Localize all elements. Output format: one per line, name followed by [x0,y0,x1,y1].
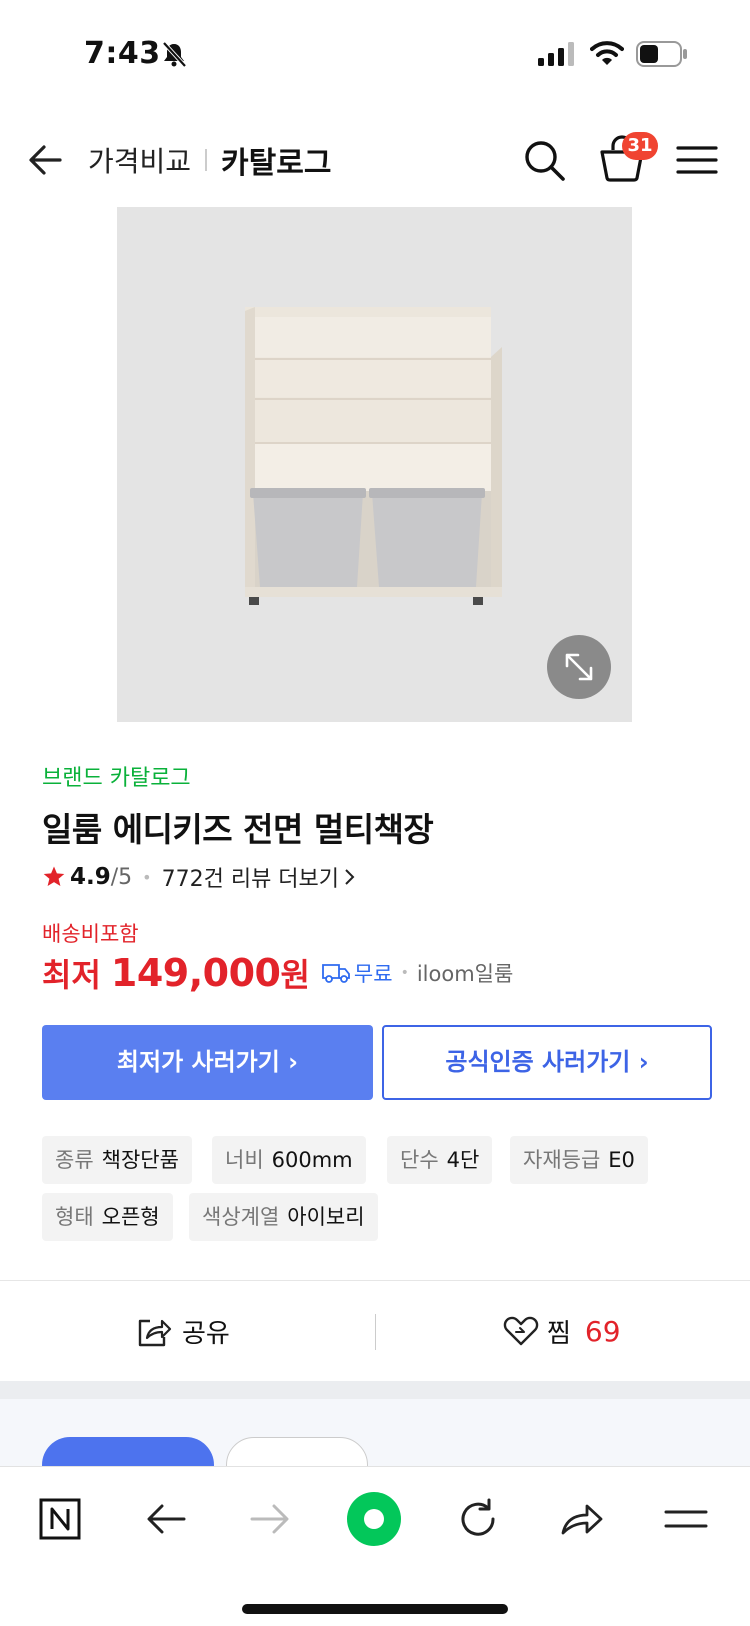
spec-value: 아이보리 [287,1205,365,1229]
arrow-left-icon [147,1504,186,1534]
expand-icon [565,653,593,681]
home-indicator[interactable] [242,1604,508,1614]
spec-key: 너비 [225,1148,264,1172]
browser-toolbar [0,1466,750,1626]
price-row: 최저 149,000 원 무료 • iloom일룸 [42,948,513,998]
like-count: 69 [584,1314,621,1348]
refresh-button[interactable] [448,1489,508,1549]
filter-tabs-peek [0,1399,750,1469]
share-page-button[interactable] [552,1489,612,1549]
spec-value: 오픈형 [101,1205,160,1229]
title-divider [205,149,208,171]
spec-key: 색상계열 [202,1205,280,1229]
star-icon [43,866,65,886]
spec-key: 형태 [55,1205,94,1229]
review-link[interactable]: 772건 리뷰 더보기 [162,861,339,893]
currency-label: 원 [280,956,310,994]
spec-value: 4단 [446,1148,480,1172]
share-label: 공유 [182,1318,230,1349]
header-title: 가격비교 카탈로그 [88,140,332,181]
green-dot-icon [347,1492,401,1546]
like-button[interactable]: 찜 69 [503,1311,621,1351]
separator-dot: • [142,867,152,887]
buy-lowest-button[interactable]: 최저가 사러가기 › [42,1025,373,1100]
product-image[interactable] [117,207,632,722]
status-bar: 7:43 [0,0,750,110]
chevron-right-icon [345,869,355,885]
filter-pill[interactable] [226,1437,368,1469]
like-label: 찜 [547,1318,571,1349]
status-time: 7:43 [84,36,161,71]
rating-score: 4.9 [70,864,111,890]
arrow-right-icon [250,1504,289,1534]
browser-menu-button[interactable] [656,1489,716,1549]
expand-image-button[interactable] [547,635,611,699]
heart-tag-icon [503,1316,539,1346]
brand-catalog-label[interactable]: 브랜드 카탈로그 [42,760,191,792]
share-button[interactable]: 공유 [136,1311,230,1351]
seller-name[interactable]: iloom일룸 [417,958,513,988]
spec-chip[interactable]: 자재등급 E0 [510,1136,648,1184]
spec-chip[interactable]: 형태 오픈형 [42,1193,173,1241]
cellular-signal-icon [538,42,574,66]
nav-forward-button[interactable] [240,1489,300,1549]
separator-dot: • [400,965,409,981]
action-divider [375,1314,376,1350]
spec-value: 600mm [271,1148,353,1172]
green-dot-button[interactable] [344,1489,404,1549]
refresh-icon [461,1498,495,1536]
spec-value: E0 [608,1148,635,1172]
rating-max: /5 [110,864,133,890]
truck-icon [322,964,350,983]
bell-muted-icon [162,41,187,68]
spec-chip[interactable]: 색상계열 아이보리 [189,1193,378,1241]
price-compare-link[interactable]: 가격비교 [88,140,191,180]
battery-icon [636,41,687,67]
rating-row: 4.9 /5 • 772건 리뷰 더보기 [42,862,357,892]
price-value: 149,000 [110,951,281,995]
section-spacer [0,1381,750,1399]
filter-pill-active[interactable] [42,1437,214,1469]
share-arrow-icon [561,1504,603,1535]
share-section: 공유 [0,1281,375,1381]
spec-chip[interactable]: 단수 4단 [387,1136,493,1184]
shipping-included-label: 배송비포함 [42,922,139,946]
spec-key: 종류 [55,1148,94,1172]
search-icon[interactable] [522,138,566,182]
spec-key: 단수 [400,1148,439,1172]
back-arrow-icon[interactable] [26,140,66,180]
naver-n-icon [39,1498,81,1540]
spec-chip[interactable]: 너비 600mm [212,1136,366,1184]
lowest-label: 최저 [42,956,101,994]
menu-icon [664,1510,708,1528]
share-icon [138,1319,172,1347]
naver-home-button[interactable] [30,1489,90,1549]
buy-official-button[interactable]: 공식인증 사러가기 › [382,1025,712,1100]
menu-icon[interactable] [676,140,718,180]
product-title: 일룸 에디키즈 전면 멀티책장 [42,810,434,849]
nav-back-button[interactable] [136,1489,196,1549]
spec-chip[interactable]: 종류 책장단품 [42,1136,192,1184]
spec-key: 자재등급 [523,1148,601,1172]
wifi-icon [590,41,624,65]
shipping-fee: 무료 [353,962,393,986]
cart-count-badge: 31 [622,132,658,160]
catalog-title: 카탈로그 [221,146,332,181]
spec-value: 책장단품 [101,1148,179,1172]
